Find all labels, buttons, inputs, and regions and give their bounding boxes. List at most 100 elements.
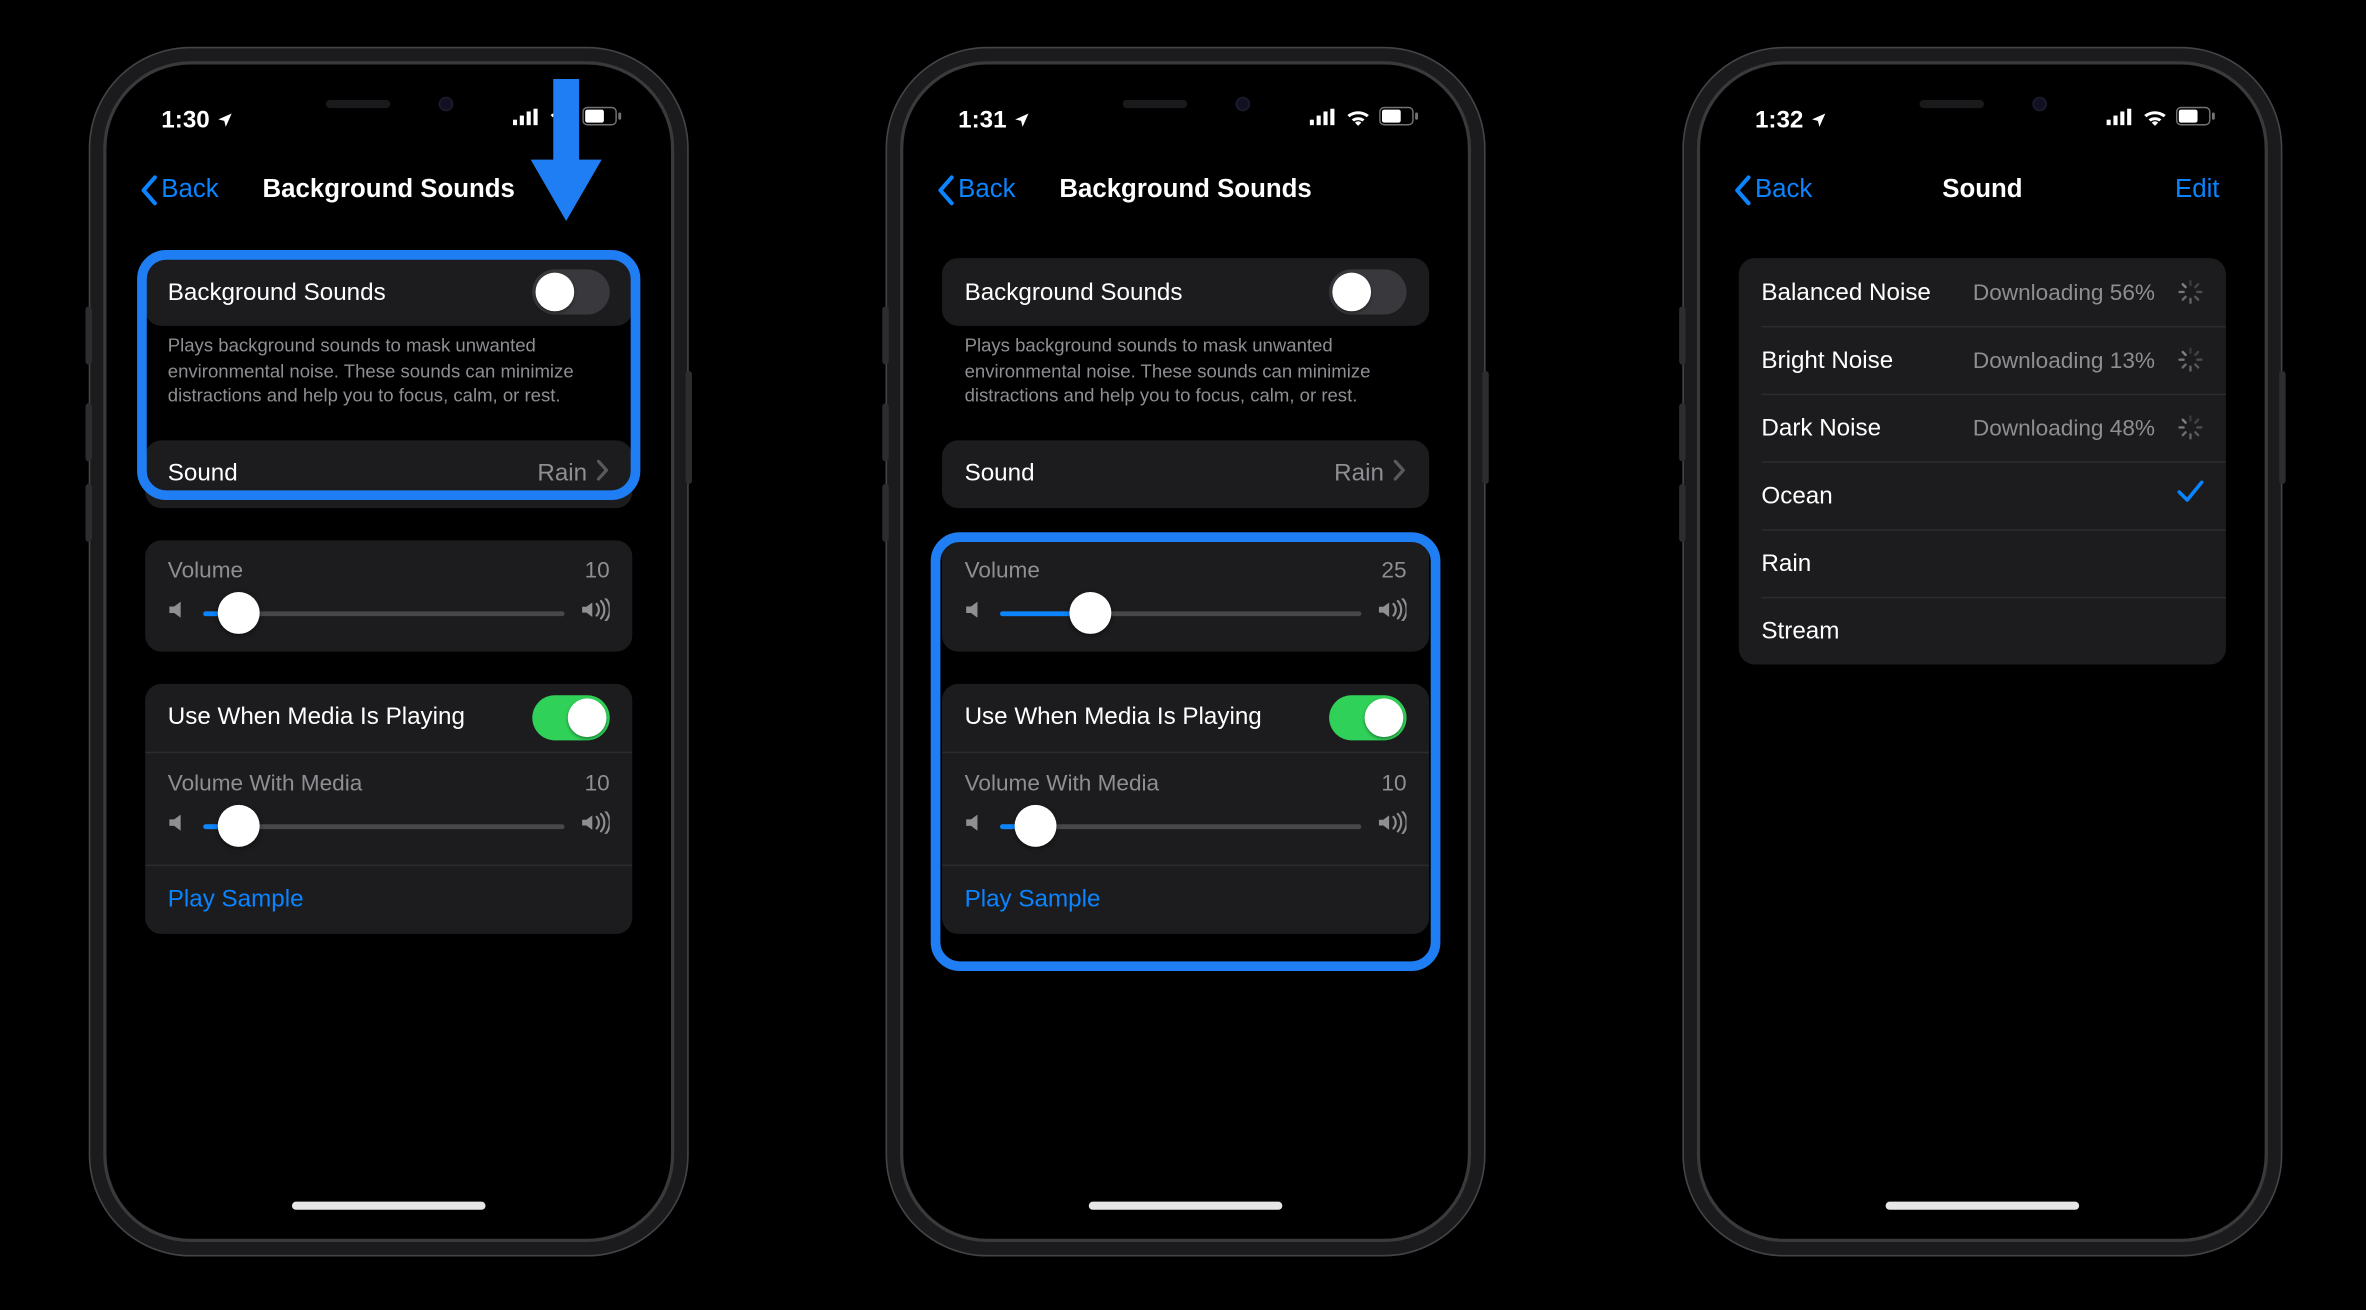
sounds-list: Balanced NoiseDownloading 56%Bright Nois… — [1739, 258, 2226, 664]
volume-slider[interactable] — [1000, 611, 1361, 616]
sound-option-status: Downloading 13% — [1973, 347, 2155, 373]
status-time: 1:32 — [1755, 106, 1803, 133]
use-when-media-label: Use When Media Is Playing — [168, 703, 533, 730]
use-when-media-row[interactable]: Use When Media Is Playing — [942, 683, 1429, 751]
nav-bar: Back Background Sounds — [923, 155, 1449, 226]
wifi-icon — [548, 106, 574, 125]
phone-c: 1:32 Back Sound Edit — [1700, 65, 2265, 1239]
volume-with-media-label: Volume With Media — [168, 769, 363, 795]
sound-value: Rain — [537, 460, 587, 487]
page-title: Background Sounds — [263, 176, 515, 205]
cellular-icon — [513, 107, 540, 125]
volume-low-icon — [168, 811, 187, 842]
cellular-icon — [1310, 107, 1337, 125]
wifi-icon — [2142, 106, 2168, 125]
chevron-left-icon — [936, 174, 955, 206]
background-sounds-toggle-row[interactable]: Background Sounds — [942, 258, 1429, 326]
sound-option-label: Dark Noise — [1761, 414, 1973, 441]
battery-icon — [582, 106, 622, 125]
back-label: Back — [161, 176, 218, 205]
nav-bar: Back Background Sounds — [126, 155, 652, 226]
sound-option-row[interactable]: Rain — [1739, 529, 2226, 597]
background-sounds-toggle[interactable] — [532, 269, 609, 314]
sound-option-label: Rain — [1761, 549, 2203, 576]
edit-label: Edit — [2175, 176, 2219, 205]
status-time: 1:30 — [161, 106, 209, 133]
volume-value: 25 — [1381, 556, 1406, 582]
volume-with-media-block: Volume With Media 10 — [942, 751, 1429, 864]
volume-value: 10 — [585, 556, 610, 582]
use-when-media-toggle[interactable] — [1329, 694, 1406, 739]
sound-option-row[interactable]: Bright NoiseDownloading 13% — [1739, 326, 2226, 394]
home-indicator[interactable] — [1886, 1202, 2080, 1210]
volume-with-media-slider[interactable] — [203, 824, 564, 829]
play-sample-label: Play Sample — [168, 886, 304, 913]
edit-button[interactable]: Edit — [2175, 155, 2219, 226]
background-sounds-label: Background Sounds — [168, 278, 533, 305]
battery-icon — [2176, 106, 2216, 125]
sound-option-label: Stream — [1761, 617, 2203, 644]
cellular-icon — [2107, 107, 2134, 125]
phone-a: 1:30 Back Backg — [106, 65, 671, 1239]
home-indicator[interactable] — [292, 1202, 486, 1210]
back-button[interactable]: Back — [139, 155, 219, 226]
volume-block: Volume 25 — [942, 540, 1429, 651]
page-title: Sound — [1942, 176, 2022, 205]
status-time: 1:31 — [958, 106, 1006, 133]
chevron-right-icon — [1394, 460, 1407, 487]
volume-with-media-slider[interactable] — [1000, 824, 1361, 829]
sound-option-status: Downloading 48% — [1973, 415, 2155, 441]
page-title: Background Sounds — [1059, 176, 1311, 205]
back-label: Back — [1755, 176, 1812, 205]
volume-low-icon — [965, 811, 984, 842]
sound-option-label: Ocean — [1761, 481, 2177, 508]
volume-high-icon — [1378, 598, 1407, 629]
volume-with-media-block: Volume With Media 10 — [145, 751, 632, 864]
background-sounds-toggle[interactable] — [1329, 269, 1406, 314]
sound-option-status: Downloading 56% — [1973, 279, 2155, 305]
location-icon — [1810, 111, 1828, 129]
volume-slider[interactable] — [203, 611, 564, 616]
use-when-media-toggle[interactable] — [532, 694, 609, 739]
volume-high-icon — [1378, 811, 1407, 842]
play-sample-row[interactable]: Play Sample — [942, 864, 1429, 933]
sound-row[interactable]: Sound Rain — [942, 440, 1429, 508]
sound-option-row[interactable]: Dark NoiseDownloading 48% — [1739, 394, 2226, 462]
home-indicator[interactable] — [1089, 1202, 1283, 1210]
volume-high-icon — [581, 811, 610, 842]
sound-option-row[interactable]: Balanced NoiseDownloading 56% — [1739, 258, 2226, 326]
volume-high-icon — [581, 598, 610, 629]
location-icon — [1013, 111, 1031, 129]
sound-option-row[interactable]: Stream — [1739, 597, 2226, 665]
background-sounds-footer: Plays background sounds to mask unwanted… — [145, 326, 632, 411]
sound-option-label: Bright Noise — [1761, 346, 1973, 373]
spinner-icon — [2178, 347, 2204, 373]
sound-label: Sound — [965, 460, 1335, 487]
background-sounds-label: Background Sounds — [965, 278, 1330, 305]
background-sounds-footer: Plays background sounds to mask unwanted… — [942, 326, 1429, 411]
notch — [1065, 84, 1307, 123]
volume-low-icon — [965, 598, 984, 629]
back-button[interactable]: Back — [936, 155, 1016, 226]
sound-option-label: Balanced Noise — [1761, 278, 1973, 305]
chevron-left-icon — [1732, 174, 1751, 206]
sound-value: Rain — [1334, 460, 1384, 487]
use-when-media-row[interactable]: Use When Media Is Playing — [145, 683, 632, 751]
volume-with-media-label: Volume With Media — [965, 769, 1160, 795]
nav-bar: Back Sound Edit — [1719, 155, 2245, 226]
battery-icon — [1379, 106, 1419, 125]
sound-row[interactable]: Sound Rain — [145, 440, 632, 508]
notch — [268, 84, 510, 123]
back-label: Back — [958, 176, 1015, 205]
play-sample-row[interactable]: Play Sample — [145, 864, 632, 933]
notch — [1861, 84, 2103, 123]
spinner-icon — [2178, 279, 2204, 305]
sound-option-row[interactable]: Ocean — [1739, 461, 2226, 529]
background-sounds-toggle-row[interactable]: Background Sounds — [145, 258, 632, 326]
volume-block: Volume 10 — [145, 540, 632, 651]
use-when-media-label: Use When Media Is Playing — [965, 703, 1330, 730]
volume-label: Volume — [168, 556, 243, 582]
checkmark-icon — [2178, 481, 2204, 510]
back-button[interactable]: Back — [1732, 155, 1812, 226]
volume-low-icon — [168, 598, 187, 629]
